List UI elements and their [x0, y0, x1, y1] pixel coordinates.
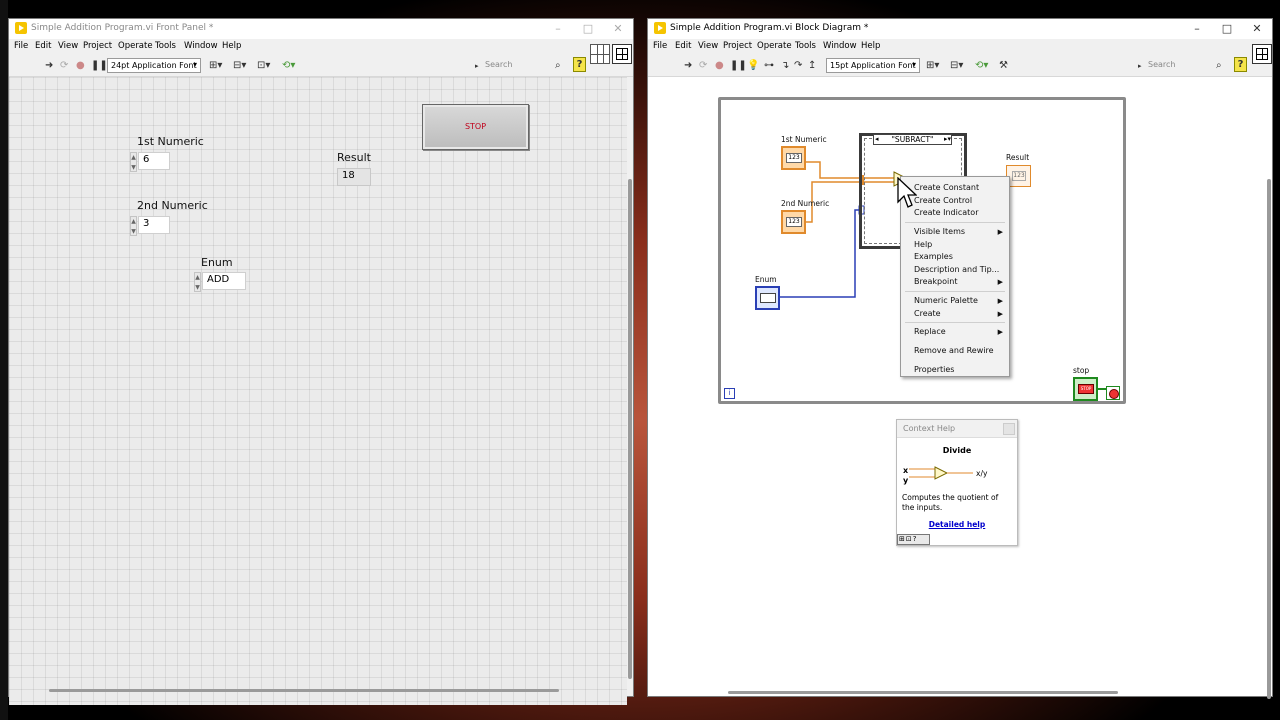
input-x-label: x [903, 466, 909, 475]
case-selector-right-arrow-icon[interactable]: ▸▾ [944, 135, 951, 143]
submenu-arrow-icon: ▶ [997, 228, 1003, 236]
menu-item-remove-and-rewire[interactable]: Remove and Rewire [914, 346, 994, 355]
menu-item-description-and-tip[interactable]: Description and Tip... [914, 265, 999, 274]
divide-diagram-icon [909, 466, 973, 480]
submenu-arrow-icon: ▶ [997, 278, 1003, 286]
numeric-terminal-icon: 123 [786, 153, 802, 163]
menu-separator [905, 222, 1005, 223]
input-y-label: y [903, 476, 909, 485]
menu-item-visible-items[interactable]: Visible Items [914, 227, 965, 236]
loop-condition-terminal[interactable] [1106, 386, 1120, 400]
context-help-title: Context Help [897, 420, 1017, 438]
submenu-arrow-icon: ▶ [997, 310, 1003, 318]
menu-item-numeric-palette[interactable]: Numeric Palette [914, 296, 978, 305]
menu-item-replace[interactable]: Replace [914, 327, 946, 336]
wires [780, 161, 1106, 390]
num1-terminal[interactable]: 123 [781, 146, 806, 170]
menu-item-create-constant[interactable]: Create Constant [914, 183, 979, 192]
menu-item-help[interactable]: Help [914, 240, 932, 249]
stop-terminal-label: stop [1073, 366, 1090, 375]
menu-separator [905, 291, 1005, 292]
enum-terminal-icon [760, 293, 776, 303]
num2-terminal-label: 2nd Numeric [781, 199, 830, 208]
output-label: x/y [976, 469, 988, 478]
menu-item-create-indicator[interactable]: Create Indicator [914, 208, 978, 217]
result-terminal-label: Result [1006, 153, 1030, 162]
detailed-help-link[interactable]: Detailed help [897, 520, 1017, 529]
context-help-description: Computes the quotient of the inputs. [902, 493, 999, 512]
numeric-indicator-icon: 123 [1012, 171, 1026, 181]
num2-terminal[interactable]: 123 [781, 210, 806, 234]
submenu-arrow-icon: ▶ [997, 328, 1003, 336]
context-help-function-name: Divide [942, 446, 972, 455]
submenu-arrow-icon: ▶ [997, 297, 1003, 305]
enum-terminal-label: Enum [755, 275, 777, 284]
menu-separator [905, 322, 1005, 323]
context-help-window: Context Help Divide x y x/y Computes the… [896, 419, 1018, 546]
case-selector-label[interactable]: "SUBRACT" [873, 134, 952, 145]
menu-item-properties[interactable]: Properties [914, 365, 954, 374]
stop-terminal-icon: STOP [1078, 384, 1094, 394]
num1-terminal-label: 1st Numeric [781, 135, 827, 144]
context-help-toolbar-buttons[interactable]: ⊞⊡? [897, 534, 930, 545]
menu-item-create-control[interactable]: Create Control [914, 196, 972, 205]
iteration-terminal[interactable]: i [724, 388, 735, 399]
case-selector-left-arrow-icon[interactable]: ◂ [875, 135, 879, 143]
menu-item-create[interactable]: Create [914, 309, 941, 318]
stop-terminal[interactable]: STOP [1073, 377, 1098, 401]
mouse-cursor-icon [897, 177, 917, 208]
numeric-terminal-icon: 123 [786, 217, 802, 227]
menu-item-breakpoint[interactable]: Breakpoint [914, 277, 957, 286]
enum-terminal[interactable] [755, 286, 780, 310]
menu-item-examples[interactable]: Examples [914, 252, 953, 261]
context-help-close-button[interactable] [1003, 423, 1015, 435]
